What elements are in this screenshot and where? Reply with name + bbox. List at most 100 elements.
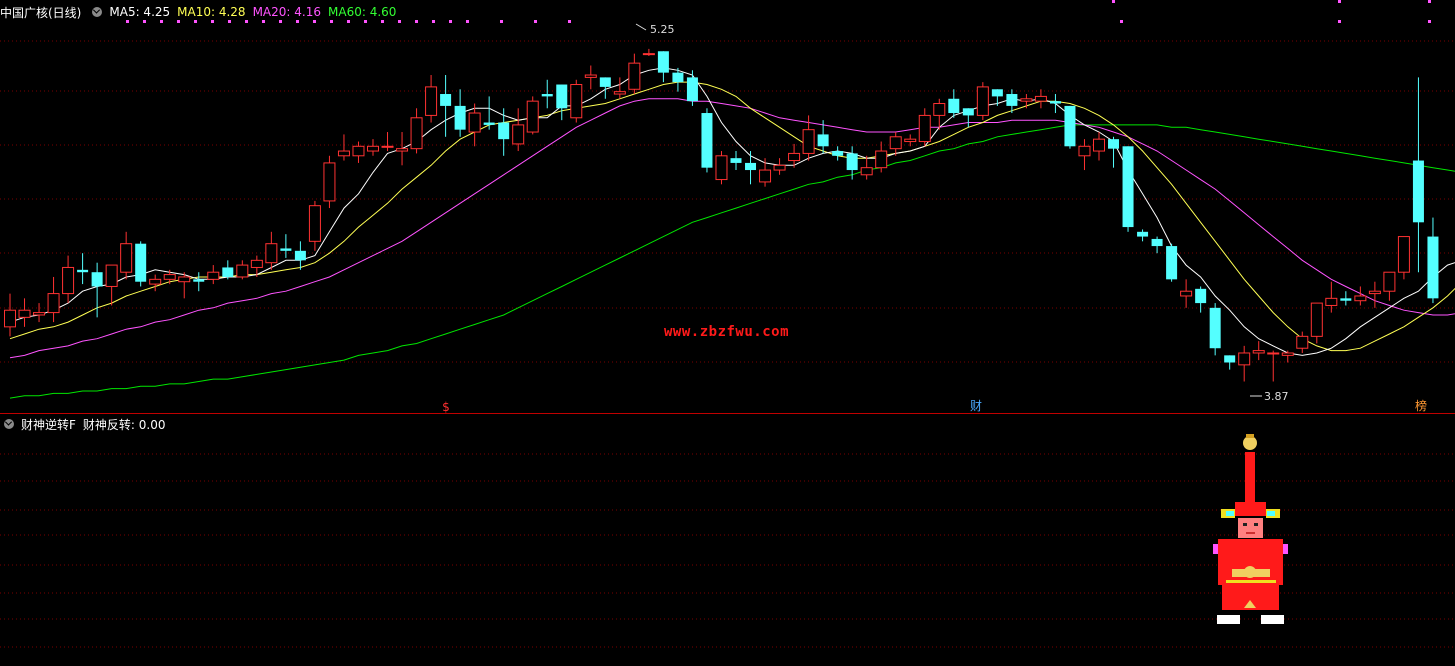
candle-body (91, 272, 103, 287)
figure-belt (1226, 580, 1276, 583)
candle-body (976, 86, 989, 116)
hat-wing-left-inner (1226, 511, 1234, 516)
candle-body (1078, 145, 1091, 157)
figure-foot-left (1217, 615, 1240, 624)
candle-down (1166, 243, 1178, 282)
candle-body (440, 94, 452, 106)
candle-body (483, 122, 495, 125)
candle-body (613, 91, 626, 95)
candle-body (701, 113, 713, 168)
candle-up (1383, 271, 1396, 301)
candle-body (1267, 352, 1280, 355)
candle-body (846, 153, 858, 171)
indicator-panel[interactable] (0, 414, 1455, 666)
marker-dot (160, 20, 163, 23)
candle-body (498, 122, 510, 140)
candle-body (18, 309, 31, 318)
candle-body (1209, 307, 1221, 349)
signal-dollar-marker: $ (442, 400, 450, 413)
candle-body (381, 145, 394, 148)
marker-dot (381, 20, 384, 23)
candle-up (120, 231, 133, 280)
candle-body (686, 77, 698, 102)
candle-up (1281, 350, 1294, 363)
candle-up (4, 293, 16, 337)
marker-dot (1112, 0, 1115, 3)
candle-body (1368, 290, 1381, 295)
candle-down (1108, 136, 1120, 168)
candle-down (657, 51, 669, 83)
candle-body (1383, 271, 1396, 292)
marker-dot (466, 20, 469, 23)
candle-body (308, 205, 321, 242)
candle-body (178, 276, 191, 283)
candle-body (584, 74, 597, 78)
candle-body (265, 243, 278, 264)
candle-up (976, 82, 989, 121)
candle-body (860, 167, 873, 176)
candle-down (686, 70, 698, 106)
candle-down (991, 89, 1003, 106)
candle-up (352, 141, 365, 163)
candle-body (207, 271, 220, 280)
candle-body (1049, 101, 1061, 104)
candle-up (410, 108, 423, 154)
candle-body (62, 266, 75, 295)
candle-body (1180, 290, 1193, 297)
watermark-text: www.zbzfwu.com (664, 324, 790, 340)
candle-up (265, 231, 278, 270)
caishen-figure-icon (1213, 434, 1288, 624)
candle-body (323, 162, 336, 202)
candle-down (294, 241, 306, 270)
candle-up (1180, 279, 1193, 308)
candle-down (1427, 217, 1439, 304)
marker-dot (228, 20, 231, 23)
candle-body (1397, 236, 1410, 273)
candlestick-chart[interactable]: 5.25 3.87 $ 财 榜 (0, 0, 1455, 413)
candle-down (1340, 291, 1352, 306)
candle-down (222, 260, 234, 280)
marker-dot (177, 20, 180, 23)
candle-up (860, 155, 873, 180)
candle-body (512, 124, 525, 145)
figure-money-bag-icon (1244, 566, 1256, 578)
signal-cai-marker: 财 (970, 399, 982, 413)
candle-body (1340, 298, 1352, 301)
candle-body (570, 84, 583, 119)
low-price-label: 3.87 (1264, 390, 1289, 403)
candle-body (1166, 246, 1178, 280)
candle-up (918, 108, 931, 147)
candle-body (1006, 94, 1018, 106)
marker-dot (194, 20, 197, 23)
candle-body (1151, 238, 1163, 247)
candle-body (4, 309, 16, 328)
candle-down (832, 146, 844, 161)
candle-body (1093, 138, 1105, 152)
figure-face (1238, 518, 1263, 538)
candle-up (1238, 345, 1251, 382)
marker-dot (398, 20, 401, 23)
candle-up (1310, 302, 1323, 344)
candle-body (1020, 98, 1033, 102)
candle-body (730, 158, 742, 163)
candle-body (1296, 335, 1309, 349)
candle-up (759, 158, 772, 187)
candle-down (498, 108, 510, 156)
marker-dot (245, 20, 248, 23)
candle-body (933, 103, 946, 116)
candle-body (1325, 297, 1338, 306)
candle-up (236, 260, 249, 280)
candle-up (18, 298, 31, 327)
candle-body (1252, 350, 1265, 354)
candle-body (642, 53, 655, 56)
candle-body (1064, 105, 1076, 147)
marker-dot (279, 20, 282, 23)
candle-body (337, 150, 350, 157)
marker-dot (432, 20, 435, 23)
marker-dot (500, 20, 503, 23)
candle-body (149, 278, 162, 285)
candle-up (47, 276, 60, 323)
candle-body (745, 162, 757, 171)
candle-body (352, 145, 365, 157)
candle-up (773, 158, 786, 175)
